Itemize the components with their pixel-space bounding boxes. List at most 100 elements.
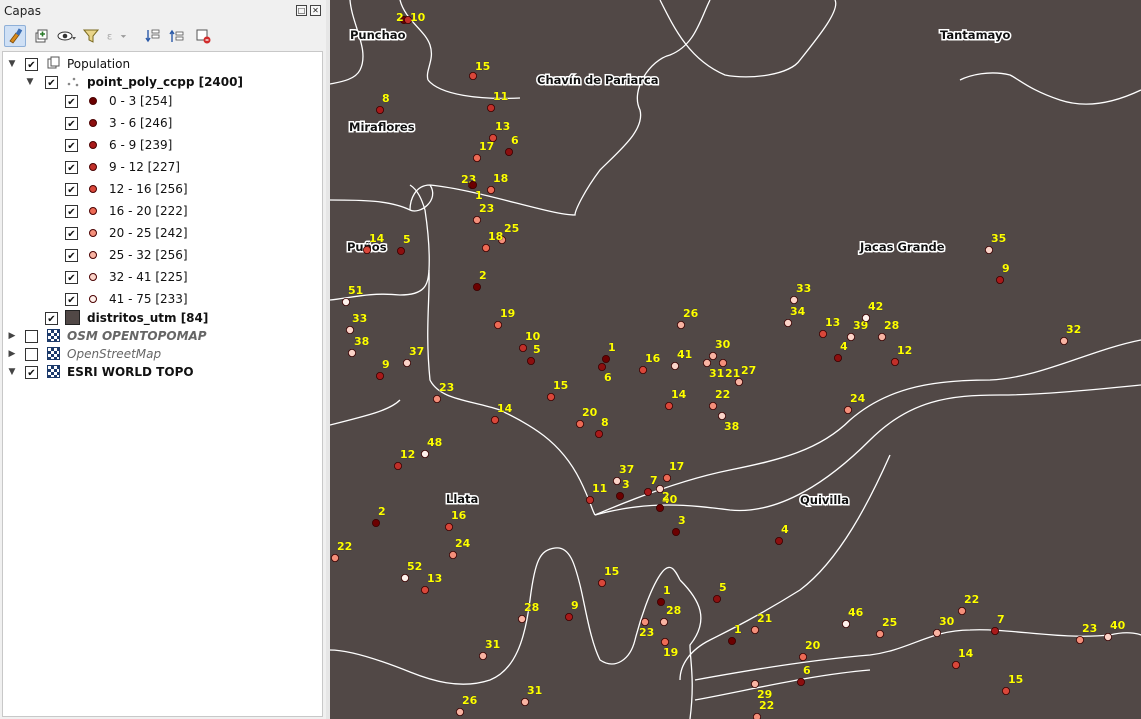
population-point[interactable] xyxy=(449,551,458,560)
population-point[interactable] xyxy=(445,523,454,532)
population-point[interactable] xyxy=(520,698,529,707)
population-point[interactable] xyxy=(712,595,721,604)
population-point[interactable] xyxy=(518,343,527,352)
expand-arrow-icon[interactable]: ▶ xyxy=(7,349,17,359)
population-point[interactable] xyxy=(597,362,606,371)
population-point[interactable] xyxy=(421,586,430,595)
tree-item-distritos-utm[interactable]: distritos_utm [84] xyxy=(3,308,322,328)
legend-class-checkbox[interactable] xyxy=(65,204,78,218)
population-point[interactable] xyxy=(493,320,502,329)
population-point[interactable] xyxy=(331,554,339,563)
population-point[interactable] xyxy=(526,356,535,365)
openstreetmap-checkbox[interactable] xyxy=(25,347,38,361)
legend-class-row[interactable]: 41 - 75 [233] xyxy=(3,289,322,309)
population-point[interactable] xyxy=(933,629,942,638)
legend-class-checkbox[interactable] xyxy=(65,292,78,306)
population-point[interactable] xyxy=(1104,633,1113,642)
population-point[interactable] xyxy=(991,627,1000,636)
population-point[interactable] xyxy=(397,246,406,255)
population-point[interactable] xyxy=(472,215,481,224)
float-panel-icon[interactable]: □ xyxy=(296,5,307,16)
add-group-icon[interactable] xyxy=(30,25,52,47)
legend-class-row[interactable]: 6 - 9 [239] xyxy=(3,135,322,155)
population-point[interactable] xyxy=(796,678,805,687)
remove-layer-icon[interactable] xyxy=(192,25,214,47)
population-point[interactable] xyxy=(842,620,851,629)
population-point[interactable] xyxy=(597,579,606,588)
population-point[interactable] xyxy=(750,680,759,689)
population-point[interactable] xyxy=(564,613,573,622)
legend-class-checkbox[interactable] xyxy=(65,94,78,108)
population-point[interactable] xyxy=(708,401,717,410)
population-point[interactable] xyxy=(878,332,887,341)
population-point[interactable] xyxy=(876,630,885,639)
tree-item-population[interactable]: ▼ Population xyxy=(3,54,322,74)
population-point[interactable] xyxy=(643,487,652,496)
population-point[interactable] xyxy=(468,180,477,189)
population-point[interactable] xyxy=(347,348,356,357)
population-point[interactable] xyxy=(376,106,385,115)
population-point[interactable] xyxy=(844,405,853,414)
population-point[interactable] xyxy=(472,153,481,162)
legend-class-row[interactable]: 32 - 41 [225] xyxy=(3,267,322,287)
population-point[interactable] xyxy=(702,358,711,367)
population-point[interactable] xyxy=(478,652,487,661)
population-point[interactable] xyxy=(486,185,495,194)
population-point[interactable] xyxy=(615,491,624,500)
population-point[interactable] xyxy=(433,394,442,403)
population-point[interactable] xyxy=(662,473,671,482)
population-point[interactable] xyxy=(798,653,807,662)
population-point[interactable] xyxy=(734,377,743,386)
legend-class-row[interactable]: 9 - 12 [227] xyxy=(3,157,322,177)
population-point[interactable] xyxy=(891,357,900,366)
population-point[interactable] xyxy=(847,332,856,341)
population-checkbox[interactable] xyxy=(25,57,38,71)
expand-arrow-icon[interactable]: ▼ xyxy=(7,59,17,69)
population-point[interactable] xyxy=(818,329,827,338)
point-layer-checkbox[interactable] xyxy=(45,75,58,89)
expression-filter-icon[interactable]: ε xyxy=(106,25,128,47)
filter-icon[interactable] xyxy=(80,25,102,47)
population-point[interactable] xyxy=(671,528,680,537)
legend-class-row[interactable]: 3 - 6 [246] xyxy=(3,113,322,133)
population-point[interactable] xyxy=(958,607,967,616)
population-point[interactable] xyxy=(985,245,994,254)
population-point[interactable] xyxy=(575,419,584,428)
legend-class-checkbox[interactable] xyxy=(65,248,78,262)
population-point[interactable] xyxy=(717,411,726,420)
tree-item-point-poly-ccpp[interactable]: ▼ point_poly_ccpp [2400] xyxy=(3,72,322,92)
population-point[interactable] xyxy=(372,519,381,528)
population-point[interactable] xyxy=(676,320,685,329)
legend-class-row[interactable]: 20 - 25 [242] xyxy=(3,223,322,243)
population-point[interactable] xyxy=(504,147,513,156)
population-point[interactable] xyxy=(996,275,1005,284)
population-point[interactable] xyxy=(783,318,792,327)
esri-world-topo-checkbox[interactable] xyxy=(25,365,38,379)
population-point[interactable] xyxy=(1060,336,1069,345)
population-point[interactable] xyxy=(401,574,410,583)
population-point[interactable] xyxy=(833,353,842,362)
map-canvas[interactable]: Punchao Tantamayo Chavín de Pariarca Mirafl… xyxy=(330,0,1141,719)
expand-arrow-icon[interactable]: ▼ xyxy=(25,77,35,87)
legend-class-row[interactable]: 16 - 20 [222] xyxy=(3,201,322,221)
population-point[interactable] xyxy=(952,661,961,670)
population-point[interactable] xyxy=(421,449,430,458)
population-point[interactable] xyxy=(403,358,412,367)
legend-class-checkbox[interactable] xyxy=(65,116,78,130)
expand-arrow-icon[interactable]: ▼ xyxy=(7,367,17,377)
population-point[interactable] xyxy=(664,401,673,410)
population-point[interactable] xyxy=(789,295,798,304)
population-point[interactable] xyxy=(660,638,669,647)
expand-arrow-icon[interactable]: ▶ xyxy=(7,331,17,341)
population-point[interactable] xyxy=(670,361,679,370)
population-point[interactable] xyxy=(774,537,783,546)
tree-item-esri-world-topo[interactable]: ▼ ESRI WORLD TOPO xyxy=(3,362,322,382)
population-point[interactable] xyxy=(363,245,372,254)
population-point[interactable] xyxy=(456,708,465,717)
legend-class-row[interactable]: 12 - 16 [256] xyxy=(3,179,322,199)
visibility-eye-icon[interactable] xyxy=(56,25,78,47)
population-point[interactable] xyxy=(718,358,727,367)
legend-class-checkbox[interactable] xyxy=(65,270,78,284)
population-point[interactable] xyxy=(753,713,761,719)
legend-class-checkbox[interactable] xyxy=(65,226,78,240)
